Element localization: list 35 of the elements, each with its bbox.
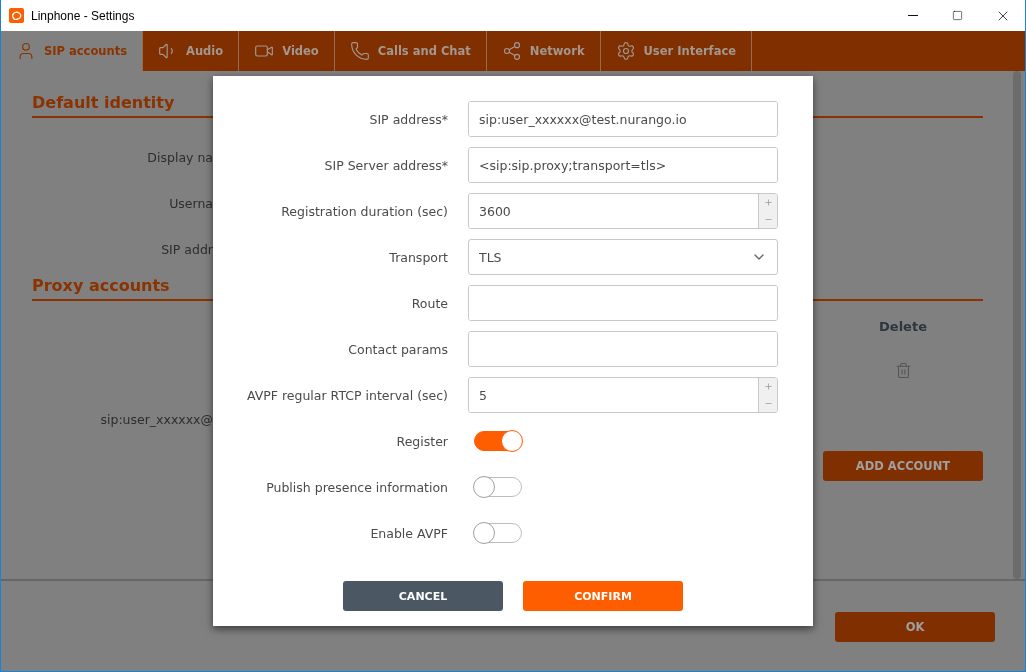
field-label: SIP Server address* bbox=[323, 157, 448, 173]
scrollbar[interactable] bbox=[1013, 71, 1021, 579]
tab[interactable]: SIP accounts bbox=[1, 31, 143, 71]
field-label: Register bbox=[395, 433, 448, 449]
field-label: Publish presence information bbox=[265, 479, 448, 495]
field-label: SIP addr bbox=[161, 241, 213, 257]
toggle-switch[interactable] bbox=[474, 431, 522, 451]
maximize-icon bbox=[952, 10, 963, 21]
dropdown[interactable]: TLS bbox=[468, 239, 778, 275]
share-icon bbox=[501, 41, 522, 61]
ok-button[interactable]: OK bbox=[835, 612, 995, 642]
add-account-button[interactable]: ADD ACCOUNT bbox=[823, 451, 983, 481]
field-label: Enable AVPF bbox=[369, 525, 448, 541]
phone-icon bbox=[349, 41, 370, 61]
toggle-switch[interactable] bbox=[474, 523, 522, 543]
field-label: Contact params bbox=[347, 341, 448, 357]
text-field[interactable] bbox=[468, 285, 778, 321]
window-title: Linphone - Settings bbox=[31, 8, 135, 23]
field-label: Userna bbox=[169, 195, 213, 211]
text-field[interactable]: <sip:sip.proxy;transport=tls> bbox=[468, 147, 778, 183]
settings-icon bbox=[615, 41, 636, 61]
field-label: Display na bbox=[147, 149, 213, 165]
minimize-icon bbox=[907, 15, 918, 16]
confirm-button[interactable]: CONFIRM bbox=[523, 581, 683, 611]
text-field[interactable] bbox=[468, 331, 778, 367]
text-field[interactable]: sip:user_xxxxxx@test.nurango.io bbox=[468, 101, 778, 137]
app-logo-icon bbox=[9, 8, 24, 23]
trash-icon[interactable] bbox=[894, 362, 912, 379]
cancel-button[interactable]: CANCEL bbox=[343, 581, 503, 611]
field-label: AVPF regular RTCP interval (sec) bbox=[245, 387, 448, 403]
column-header: Delete bbox=[879, 319, 927, 334]
account-address: sip:user_xxxxxx@ bbox=[100, 411, 213, 427]
field-label: Registration duration (sec) bbox=[280, 203, 448, 219]
toggle-switch[interactable] bbox=[474, 477, 522, 497]
field-label: Transport bbox=[388, 249, 448, 265]
